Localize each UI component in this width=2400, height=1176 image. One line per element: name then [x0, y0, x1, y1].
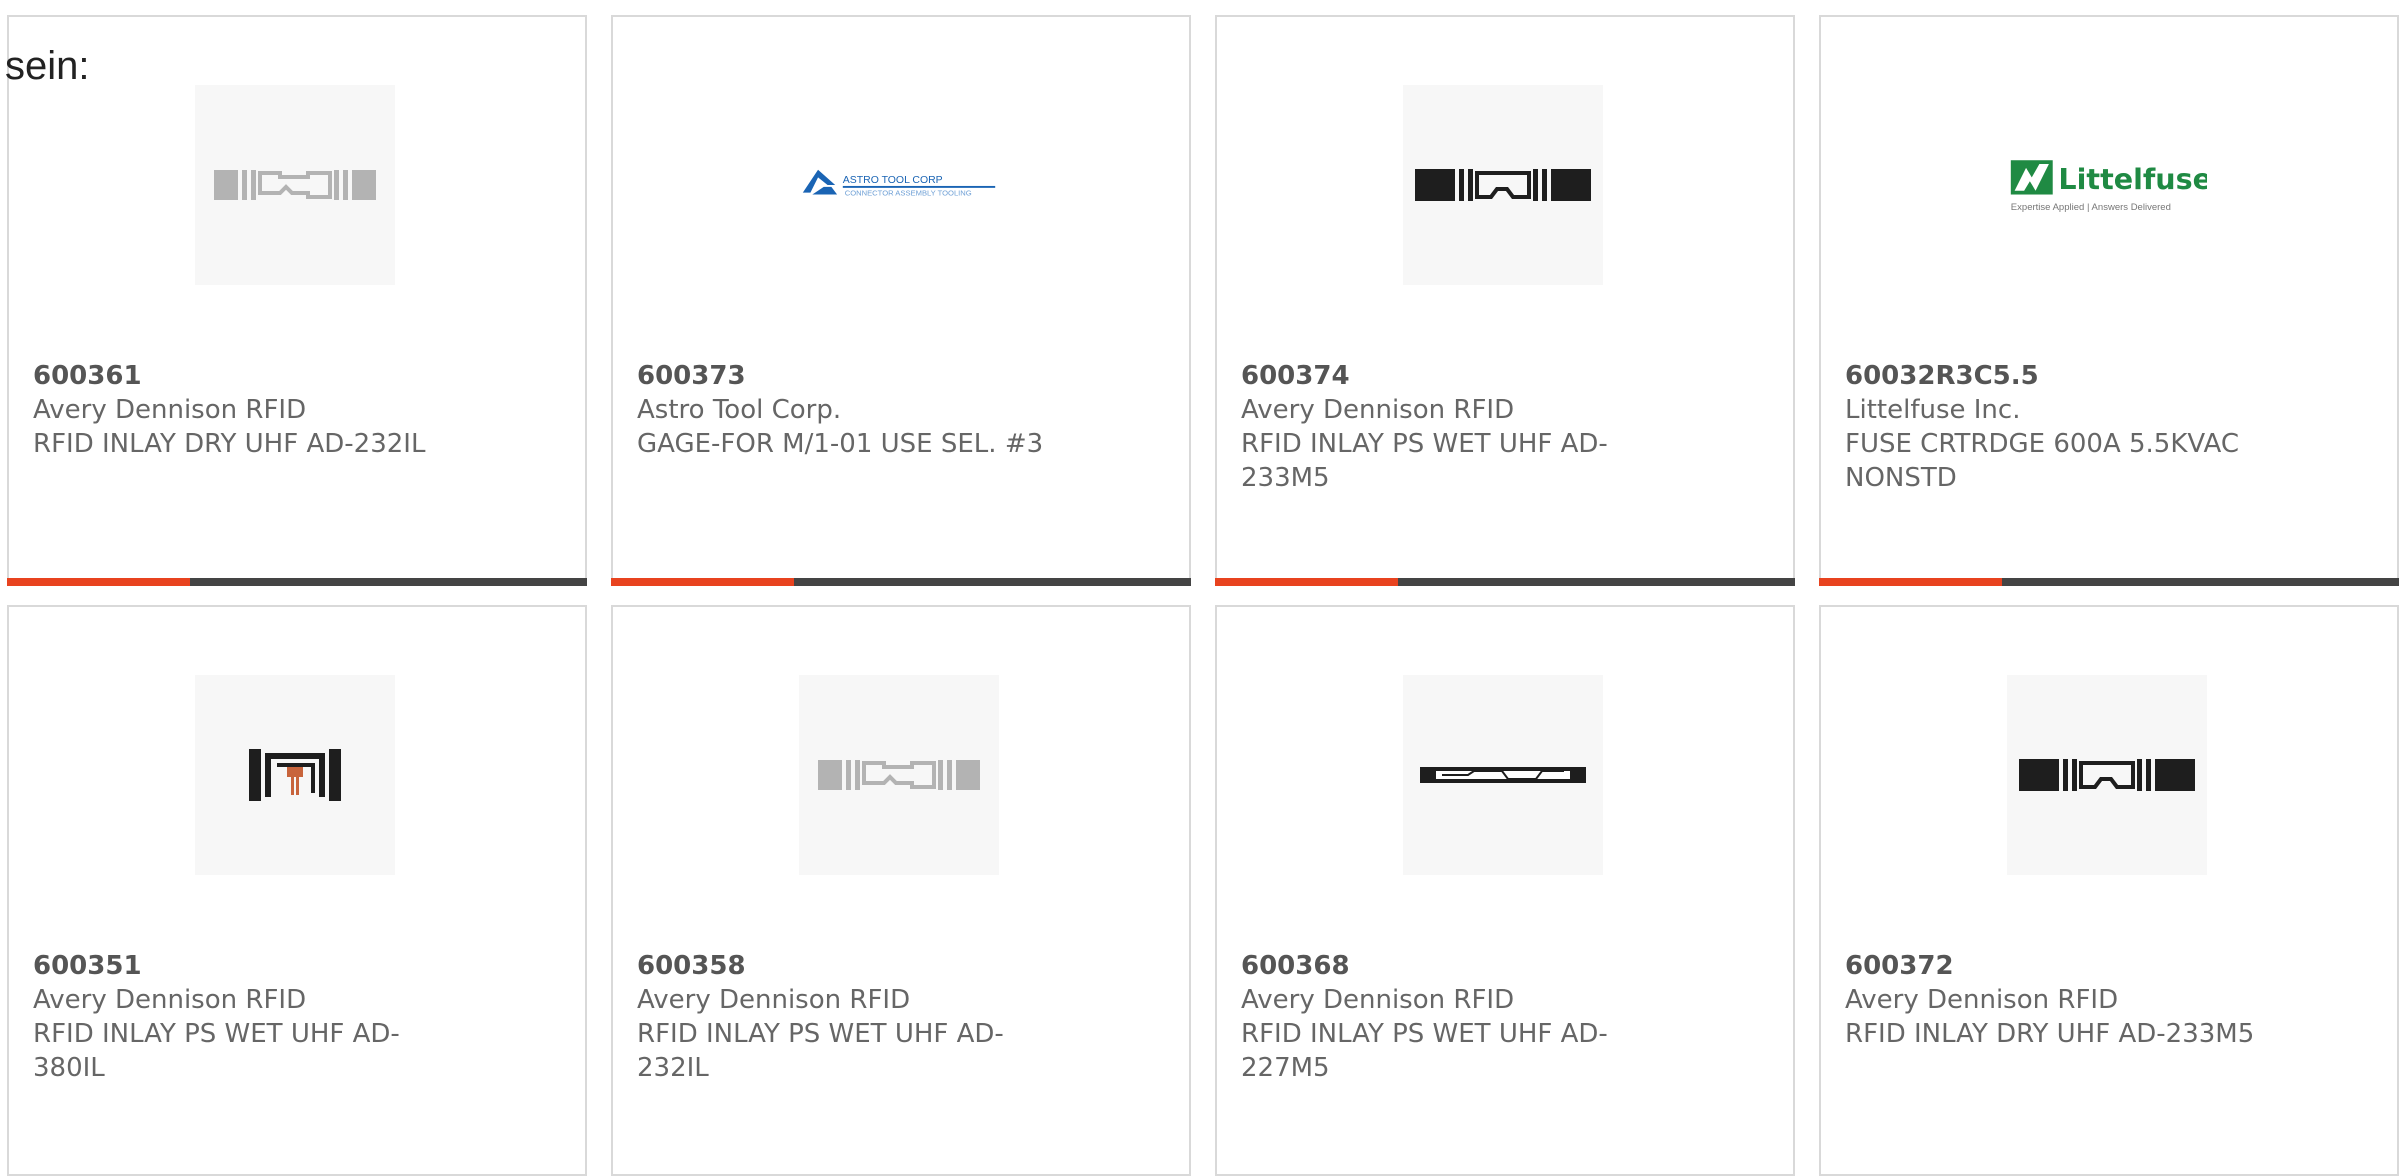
product-image[interactable]	[799, 675, 999, 875]
manufacturer-name: Littelfuse Inc.	[1845, 395, 2021, 425]
product-image[interactable]: Littelfuse Expertise Applied | Answers D…	[2007, 85, 2207, 285]
part-number[interactable]: 600373	[637, 359, 1057, 393]
card-bottom-bar-accent	[1819, 578, 2002, 586]
part-number[interactable]: 60032R3C5.5	[1845, 359, 2265, 393]
littelfuse-logo-text: Littelfuse	[2058, 162, 2207, 196]
product-card[interactable]: 600361 Avery Dennison RFID RFID INLAY DR…	[7, 15, 587, 586]
product-card[interactable]: 600351 Avery Dennison RFID RFID INLAY PS…	[7, 605, 587, 1176]
astro-logo-text: ASTRO TOOL CORP	[843, 175, 943, 186]
product-image[interactable]	[195, 675, 395, 875]
product-image[interactable]	[1403, 675, 1603, 875]
manufacturer-name: Avery Dennison RFID	[1845, 985, 2119, 1015]
product-description: RFID INLAY DRY UHF AD-232IL	[33, 429, 426, 459]
rfid-inlay-compact-icon	[249, 749, 341, 801]
rfid-inlay-gray-icon	[214, 170, 376, 200]
manufacturer-name: Avery Dennison RFID	[33, 395, 307, 425]
product-card[interactable]: 600374 Avery Dennison RFID RFID INLAY PS…	[1215, 15, 1795, 586]
product-image[interactable]	[1403, 85, 1603, 285]
product-description: RFID INLAY PS WET UHF AD-233M5	[1241, 429, 1608, 493]
product-description: RFID INLAY PS WET UHF AD-227M5	[1241, 1019, 1608, 1083]
product-card[interactable]: ASTRO TOOL CORP CONNECTOR ASSEMBLY TOOLI…	[611, 15, 1191, 586]
product-card[interactable]: 600372 Avery Dennison RFID RFID INLAY DR…	[1819, 605, 2399, 1176]
rfid-inlay-black-icon	[2019, 759, 2195, 791]
product-description: RFID INLAY DRY UHF AD-233M5	[1845, 1019, 2255, 1049]
product-image[interactable]: ASTRO TOOL CORP CONNECTOR ASSEMBLY TOOLI…	[799, 85, 999, 285]
product-image[interactable]	[2007, 675, 2207, 875]
card-bottom-bar-accent	[611, 578, 794, 586]
card-bottom-bar	[7, 578, 587, 586]
part-number[interactable]: 600351	[33, 949, 453, 983]
page-prefix-text: sein:	[5, 44, 90, 88]
product-description: FUSE CRTRDGE 600A 5.5KVAC NONSTD	[1845, 429, 2239, 493]
card-bottom-bar	[1819, 578, 2399, 586]
product-image[interactable]	[195, 85, 395, 285]
product-card[interactable]: 600368 Avery Dennison RFID RFID INLAY PS…	[1215, 605, 1795, 1176]
product-description: RFID INLAY PS WET UHF AD-380IL	[33, 1019, 400, 1083]
littelfuse-logo: Littelfuse Expertise Applied | Answers D…	[2010, 160, 2207, 213]
part-number[interactable]: 600374	[1241, 359, 1661, 393]
card-bottom-bar-accent	[1215, 578, 1398, 586]
manufacturer-name: Avery Dennison RFID	[33, 985, 307, 1015]
product-description: GAGE-FOR M/1-01 USE SEL. #3	[637, 429, 1044, 459]
rfid-inlay-slim-icon	[1420, 767, 1586, 783]
manufacturer-name: Astro Tool Corp.	[637, 395, 842, 425]
card-bottom-bar	[611, 578, 1191, 586]
part-number[interactable]: 600358	[637, 949, 1057, 983]
part-number[interactable]: 600372	[1845, 949, 2265, 983]
rfid-inlay-gray-icon	[818, 760, 980, 790]
littelfuse-logo-subtext: Expertise Applied | Answers Delivered	[2011, 202, 2171, 213]
part-number[interactable]: 600368	[1241, 949, 1661, 983]
part-number[interactable]: 600361	[33, 359, 453, 393]
manufacturer-name: Avery Dennison RFID	[1241, 395, 1515, 425]
card-bottom-bar	[1215, 578, 1795, 586]
astro-tool-corp-logo: ASTRO TOOL CORP CONNECTOR ASSEMBLY TOOLI…	[802, 169, 996, 197]
card-bottom-bar-accent	[7, 578, 190, 586]
product-description: RFID INLAY PS WET UHF AD-232IL	[637, 1019, 1004, 1083]
manufacturer-name: Avery Dennison RFID	[637, 985, 911, 1015]
product-card[interactable]: Littelfuse Expertise Applied | Answers D…	[1819, 15, 2399, 586]
manufacturer-name: Avery Dennison RFID	[1241, 985, 1515, 1015]
rfid-inlay-black-icon	[1415, 169, 1591, 201]
astro-logo-subtext: CONNECTOR ASSEMBLY TOOLING	[845, 188, 972, 197]
product-card[interactable]: 600358 Avery Dennison RFID RFID INLAY PS…	[611, 605, 1191, 1176]
